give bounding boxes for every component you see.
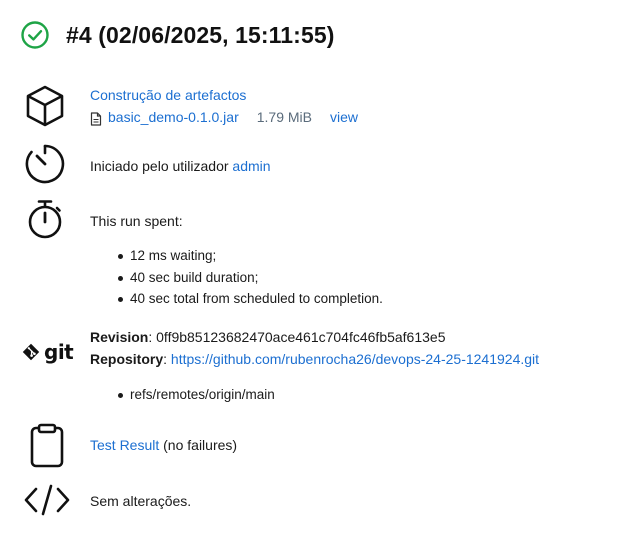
revision-label: Revision bbox=[90, 329, 149, 345]
tests-body: Test Result (no failures) bbox=[90, 434, 237, 456]
repository-label: Repository bbox=[90, 351, 164, 367]
refs-list: refs/remotes/origin/main bbox=[90, 384, 539, 406]
timing-intro: This run spent: bbox=[90, 213, 183, 229]
artifacts-body: Construção de artefactos basic_demo-0.1.… bbox=[90, 84, 358, 128]
timer-icon bbox=[24, 143, 66, 190]
clipboard-icon bbox=[27, 423, 67, 474]
list-item: 12 ms waiting; bbox=[90, 245, 383, 267]
list-item: refs/remotes/origin/main bbox=[90, 384, 539, 406]
artifacts-heading-link[interactable]: Construção de artefactos bbox=[90, 87, 246, 103]
timing-list: 12 ms waiting; 40 sec build duration; 40… bbox=[90, 245, 383, 310]
stopwatch-icon bbox=[24, 199, 66, 246]
changes-body: Sem alterações. bbox=[90, 490, 191, 512]
artifact-view-link[interactable]: view bbox=[330, 106, 358, 128]
code-icon bbox=[24, 483, 70, 522]
build-header: #4 (02/06/2025, 15:11:55) bbox=[20, 19, 334, 51]
package-icon bbox=[24, 84, 66, 133]
test-result-link[interactable]: Test Result bbox=[90, 437, 159, 453]
git-logo-icon: git bbox=[22, 340, 74, 364]
artifact-file-row: basic_demo-0.1.0.jar 1.79 MiB view bbox=[90, 106, 358, 128]
artifact-file-size: 1.79 MiB bbox=[256, 109, 312, 125]
changes-text: Sem alterações. bbox=[90, 493, 192, 509]
git-logo-text: git bbox=[44, 340, 74, 364]
timing-body: This run spent: 12 ms waiting; 40 sec bu… bbox=[90, 210, 383, 310]
repository-link[interactable]: https://github.com/rubenrocha26/devops-2… bbox=[171, 351, 539, 367]
started-by-user-link[interactable]: admin bbox=[232, 158, 270, 174]
check-circle-icon bbox=[20, 20, 50, 50]
list-item: 40 sec build duration; bbox=[90, 267, 383, 289]
revision-value: 0ff9b85123682470ace461c704fc46fb5af613e5 bbox=[156, 329, 446, 345]
test-result-note: (no failures) bbox=[163, 437, 238, 453]
git-body: Revision: 0ff9b85123682470ace461c704fc46… bbox=[90, 326, 539, 406]
list-item: 40 sec total from scheduled to completio… bbox=[90, 288, 383, 310]
started-by-body: Iniciado pelo utilizador admin bbox=[90, 155, 271, 177]
started-by-text: Iniciado pelo utilizador bbox=[90, 158, 229, 174]
artifact-file-link[interactable]: basic_demo-0.1.0.jar bbox=[108, 106, 239, 128]
page-title: #4 (02/06/2025, 15:11:55) bbox=[66, 21, 335, 48]
file-icon bbox=[90, 110, 102, 126]
